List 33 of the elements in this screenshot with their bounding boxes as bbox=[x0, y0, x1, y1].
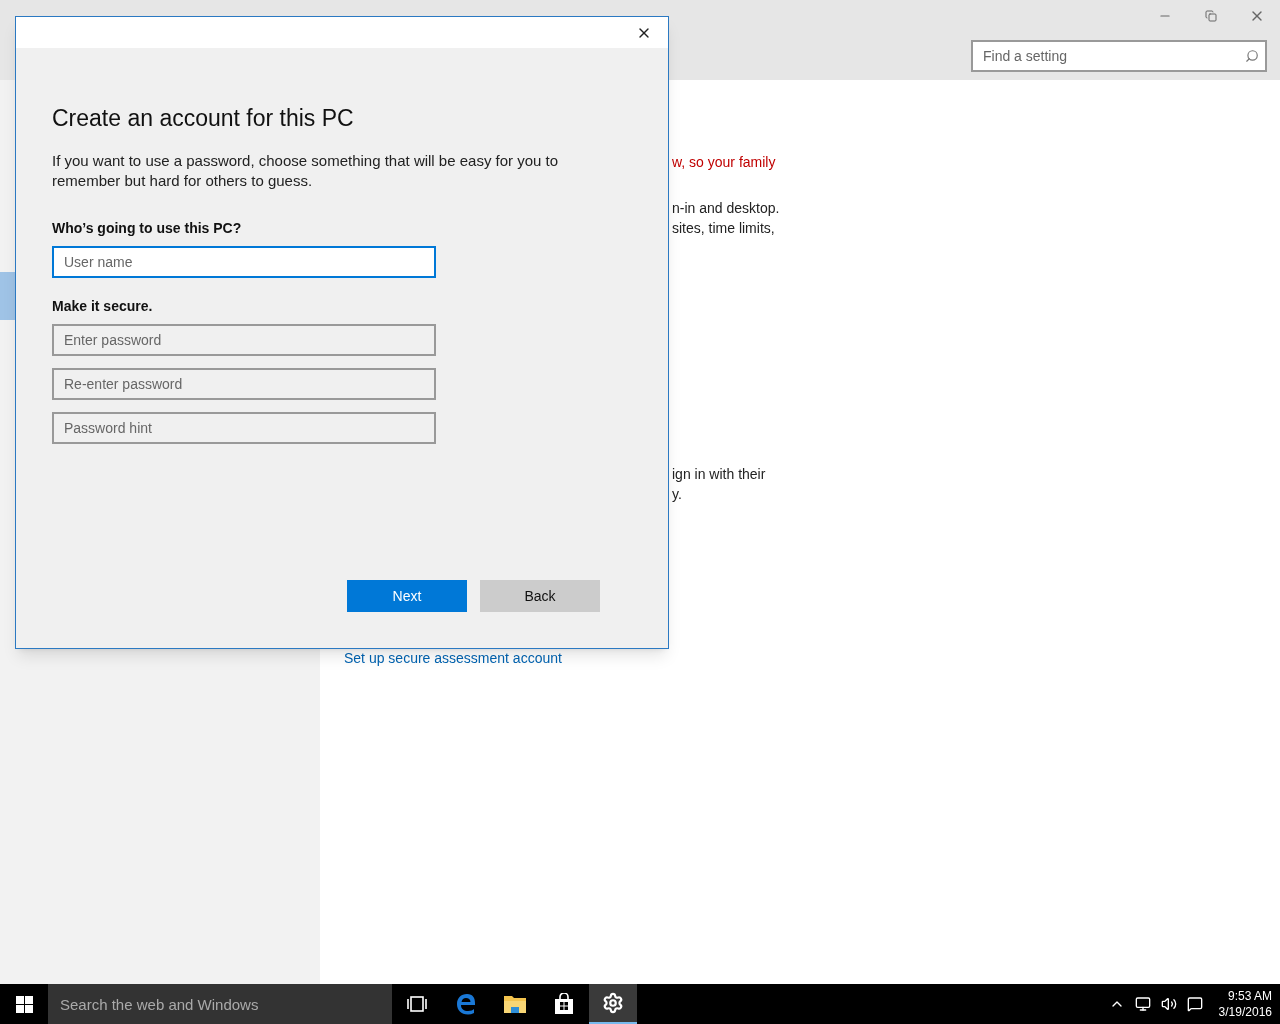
taskbar-app-button[interactable] bbox=[589, 984, 637, 1024]
back-button[interactable]: Back bbox=[480, 580, 600, 612]
body-text: sites, time limits, bbox=[672, 219, 776, 238]
body-text: y. bbox=[672, 485, 683, 504]
search-icon bbox=[1245, 49, 1259, 63]
restore-icon[interactable] bbox=[1205, 10, 1217, 22]
task-view-icon bbox=[406, 995, 428, 1013]
body-text: n-in and desktop. bbox=[672, 199, 781, 218]
section-heading: Make it secure. bbox=[52, 297, 154, 316]
next-button[interactable]: Next bbox=[347, 580, 467, 612]
assessment-link[interactable]: Set up secure assessment account bbox=[344, 648, 1280, 669]
body-text: ign in with their bbox=[672, 465, 767, 484]
settings-icon bbox=[602, 992, 624, 1014]
store-icon bbox=[553, 993, 575, 1015]
windows-logo-icon bbox=[15, 995, 33, 1013]
clock-date: 3/19/2016 bbox=[1218, 1004, 1272, 1020]
taskbar-search-field[interactable]: Search the web and Windows bbox=[48, 984, 392, 1024]
input-field[interactable]: Password hint bbox=[52, 412, 436, 444]
selected-item-highlight bbox=[0, 272, 16, 320]
network-icon[interactable] bbox=[1134, 996, 1151, 1012]
section-heading: Who’s going to use this PC? bbox=[52, 219, 243, 238]
clock-time: 9:53 AM bbox=[1227, 988, 1272, 1004]
input-field[interactable]: User name bbox=[52, 246, 436, 278]
folder-icon bbox=[503, 994, 527, 1014]
volume-icon[interactable] bbox=[1160, 996, 1177, 1012]
warning-text: w, so your family bbox=[672, 153, 777, 172]
notification-icon[interactable] bbox=[1186, 996, 1203, 1012]
input-field[interactable]: Re-enter password bbox=[52, 368, 436, 400]
search-field[interactable]: Find a setting bbox=[971, 40, 1267, 72]
input-field[interactable]: Enter password bbox=[52, 324, 436, 356]
dialog-title: Create an account for this PC bbox=[52, 104, 355, 133]
intro-text: If you want to use a password, choose something that will be easy for you to remember but hard for others to guess. bbox=[52, 151, 560, 191]
browser-icon bbox=[455, 993, 477, 1015]
